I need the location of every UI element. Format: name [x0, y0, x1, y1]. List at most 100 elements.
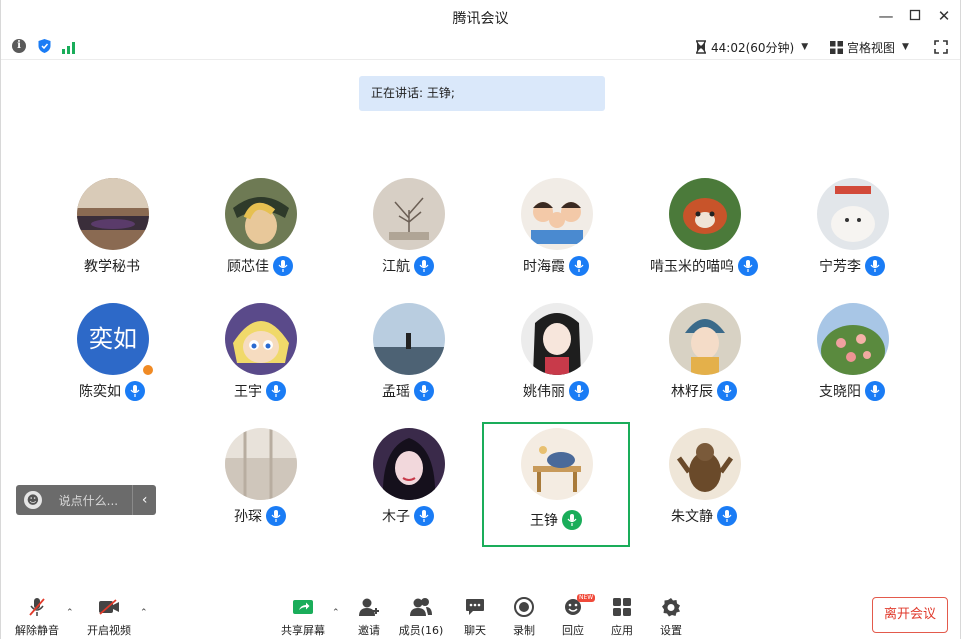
participant-tile[interactable]: 孟瑶 [335, 299, 481, 419]
chat-input[interactable]: 说点什么... [59, 492, 128, 509]
microphone-icon[interactable] [569, 381, 589, 401]
apps-grid-icon [598, 596, 646, 618]
close-button[interactable]: ✕ [934, 6, 954, 26]
participant-tile[interactable]: 奕如 陈奕如 [39, 299, 185, 419]
gear-icon [647, 596, 695, 618]
microphone-icon[interactable] [266, 506, 286, 526]
shield-icon[interactable] [37, 38, 52, 58]
participant-name: 啃玉米的喵呜 [650, 259, 734, 275]
collapse-chevron-icon[interactable]: ‹ [132, 485, 156, 515]
microphone-icon[interactable] [738, 256, 758, 276]
participant-name: 宁芳李 [819, 259, 861, 275]
chevron-down-icon: ▼ [902, 42, 909, 52]
avatar [669, 178, 741, 250]
microphone-icon[interactable] [865, 381, 885, 401]
microphone-icon[interactable] [273, 256, 293, 276]
share-screen-icon [279, 596, 327, 618]
participant-tile[interactable]: 顾芯佳 [187, 174, 333, 294]
microphone-icon[interactable] [266, 381, 286, 401]
participant-name: 时海霞 [523, 259, 565, 275]
microphone-icon[interactable] [414, 506, 434, 526]
avatar [225, 178, 297, 250]
active-speaker-tile[interactable]: 王铮 [482, 422, 630, 547]
share-screen-label: 共享屏幕 [281, 624, 325, 637]
unmute-label: 解除静音 [15, 624, 59, 637]
participant-tile[interactable]: 支晓阳 [779, 299, 925, 419]
emoji-icon[interactable]: ☻ [24, 491, 42, 509]
avatar [521, 303, 593, 375]
participant-tile[interactable]: 朱文静 [631, 424, 777, 544]
avatar [669, 303, 741, 375]
participant-tile[interactable]: 姚伟丽 [483, 299, 629, 419]
info-icon[interactable]: i [12, 39, 26, 53]
meeting-toolbar: i 44:02(60分钟) ▼ 宫格视图 ▼ [1, 34, 960, 60]
maximize-button[interactable] [905, 6, 925, 26]
chat-quick-input[interactable]: ☻ 说点什么... ‹ [16, 485, 156, 515]
fullscreen-icon[interactable] [934, 39, 948, 58]
title-bar: 腾讯会议 — ✕ [1, 0, 960, 34]
leave-meeting-button[interactable]: 离开会议 [872, 597, 948, 633]
camera-off-icon [85, 596, 133, 618]
participant-tile[interactable]: 啃玉米的喵呜 [631, 174, 777, 294]
participant-tile[interactable]: 时海霞 [483, 174, 629, 294]
video-options-chevron-icon[interactable]: ⌃ [140, 608, 148, 618]
avatar [373, 428, 445, 500]
microphone-icon[interactable] [414, 256, 434, 276]
participant-tile[interactable]: 江航 [335, 174, 481, 294]
invite-label: 邀请 [358, 624, 380, 637]
participant-name: 顾芯佳 [227, 259, 269, 275]
avatar [817, 303, 889, 375]
microphone-icon[interactable] [865, 256, 885, 276]
microphone-speaking-icon[interactable] [562, 510, 582, 530]
invite-button[interactable]: 邀请 [345, 596, 393, 638]
participant-tile[interactable]: 教学秘书 [39, 174, 185, 294]
record-button[interactable]: 录制 [500, 596, 548, 638]
avatar [373, 178, 445, 250]
apps-label: 应用 [611, 624, 633, 637]
audio-options-chevron-icon[interactable]: ⌃ [66, 608, 74, 618]
settings-button[interactable]: 设置 [647, 596, 695, 638]
reactions-button[interactable]: NEW 回应 [549, 594, 597, 638]
unmute-button[interactable]: 解除静音 [13, 596, 61, 638]
share-options-chevron-icon[interactable]: ⌃ [332, 608, 340, 618]
microphone-icon[interactable] [717, 506, 737, 526]
participant-name: 支晓阳 [819, 384, 861, 400]
start-video-button[interactable]: 开启视频 [85, 596, 133, 638]
avatar: 奕如 [77, 303, 149, 375]
view-mode-label: 宫格视图 [847, 40, 896, 55]
microphone-icon[interactable] [717, 381, 737, 401]
chat-bubble-icon [451, 596, 499, 618]
hourglass-icon [696, 40, 706, 54]
meeting-timer[interactable]: 44:02(60分钟) ▼ [695, 38, 808, 56]
chat-button[interactable]: 聊天 [451, 596, 499, 638]
add-user-icon [345, 596, 393, 618]
record-icon [500, 596, 548, 618]
participant-tile[interactable]: 木子 [335, 424, 481, 544]
microphone-icon[interactable] [125, 381, 145, 401]
chat-label: 聊天 [464, 624, 486, 637]
microphone-icon[interactable] [414, 381, 434, 401]
new-badge: NEW [577, 594, 596, 602]
host-badge-icon [141, 363, 155, 377]
share-screen-button[interactable]: 共享屏幕 [279, 596, 327, 638]
avatar [521, 428, 593, 500]
microphone-icon[interactable] [569, 256, 589, 276]
speaking-indicator: 正在讲话: 王铮; [359, 76, 605, 111]
microphone-muted-icon [13, 596, 61, 618]
network-signal-icon[interactable] [62, 39, 76, 58]
reaction-hand-icon: NEW [549, 594, 597, 618]
participant-tile[interactable]: 王宇 [187, 299, 333, 419]
participant-tile[interactable]: 孙琛 [187, 424, 333, 544]
members-button[interactable]: 成员(16) [397, 596, 445, 638]
minimize-button[interactable]: — [876, 6, 896, 26]
chevron-down-icon: ▼ [801, 42, 809, 52]
members-label: 成员(16) [398, 624, 444, 637]
participant-name: 林籽辰 [671, 384, 713, 400]
avatar [77, 178, 149, 250]
participant-name: 孟瑶 [382, 384, 410, 400]
participant-tile[interactable]: 林籽辰 [631, 299, 777, 419]
avatar [225, 428, 297, 500]
view-mode-selector[interactable]: 宫格视图 ▼ [830, 38, 909, 56]
apps-button[interactable]: 应用 [598, 596, 646, 638]
participant-tile[interactable]: 宁芳李 [779, 174, 925, 294]
